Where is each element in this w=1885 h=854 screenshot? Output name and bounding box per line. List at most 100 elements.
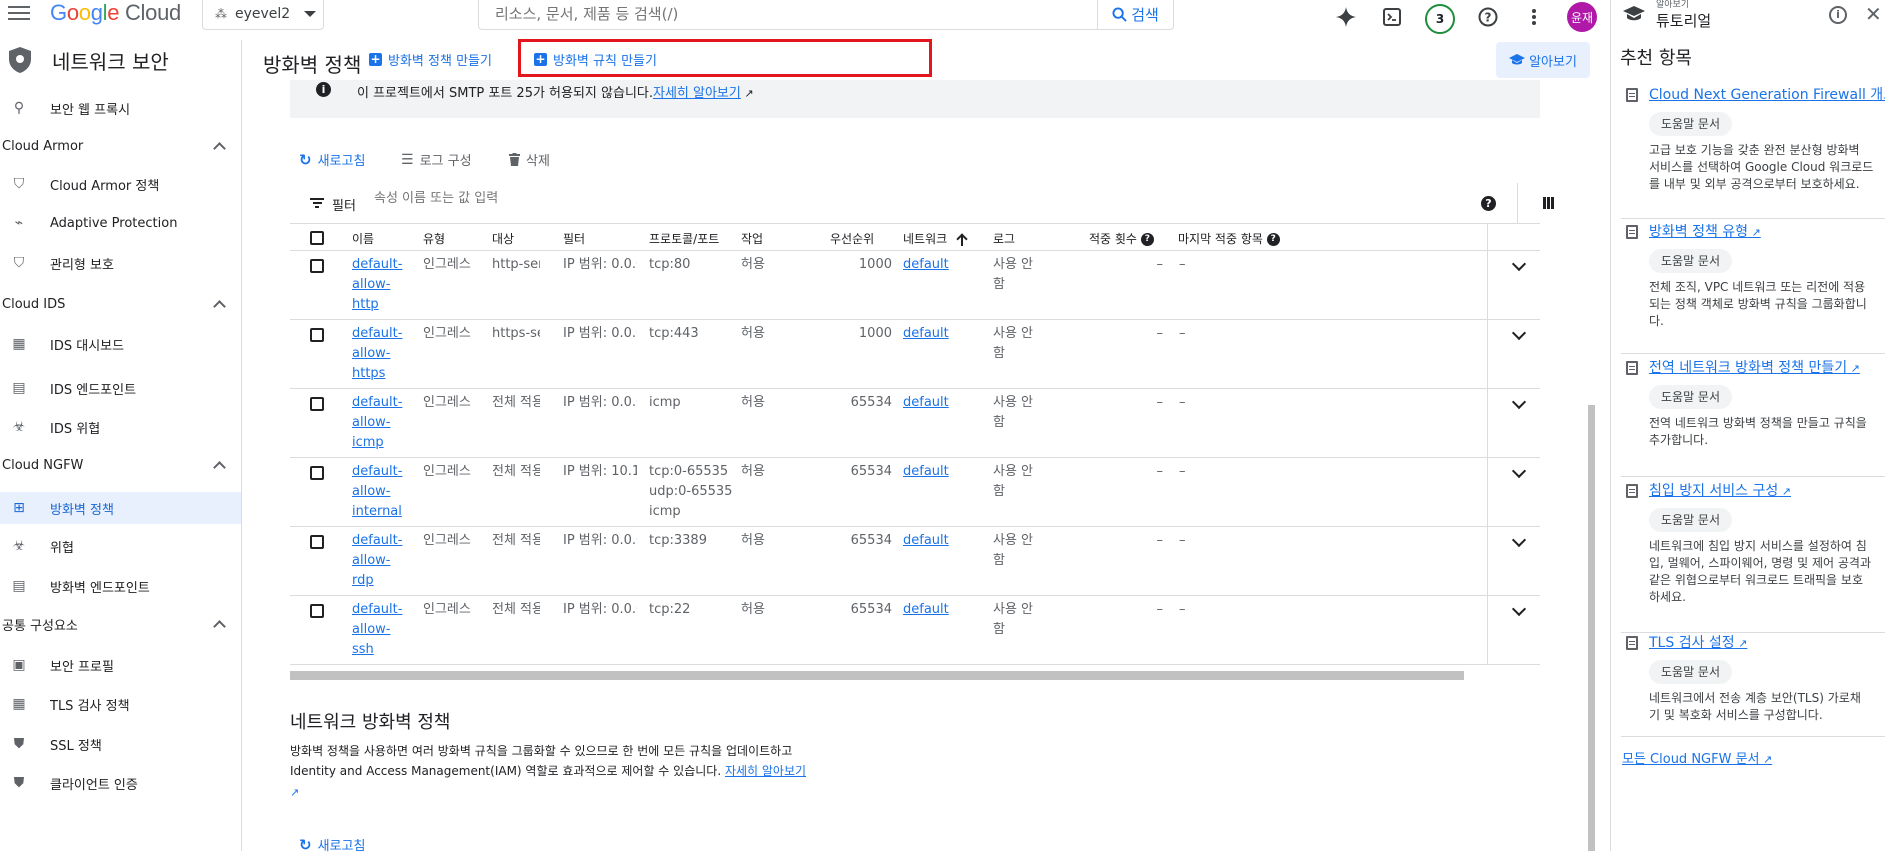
nav-section-5[interactable]: Cloud IDS xyxy=(2,289,226,319)
rule-name-link[interactable]: ssh xyxy=(352,640,402,660)
col-protocol[interactable]: 프로토콜/포트 xyxy=(649,230,719,247)
sidebar-item-16[interactable]: ⛊ SSL 정책 xyxy=(0,728,241,760)
network-link[interactable]: default xyxy=(903,531,949,551)
rule-name-link[interactable]: http xyxy=(352,295,402,315)
horizontal-scrollbar[interactable] xyxy=(290,671,1464,680)
col-target[interactable]: 대상 xyxy=(492,230,514,247)
expand-row-chevron-icon[interactable] xyxy=(1511,601,1527,617)
rule-name-link[interactable]: https xyxy=(352,364,402,384)
card-title-link[interactable]: 침입 방지 서비스 구성 ↗ xyxy=(1649,480,1885,500)
help-icon[interactable]: ? xyxy=(1266,233,1280,246)
learn-button[interactable]: 알아보기 xyxy=(1496,42,1590,78)
rule-name-link[interactable]: allow- xyxy=(352,413,402,433)
avatar[interactable]: 윤재 xyxy=(1567,2,1597,32)
row-checkbox[interactable] xyxy=(310,604,324,618)
col-hits[interactable]: 적중 횟수 ? xyxy=(1089,230,1154,247)
sidebar-item-4[interactable]: ⛉ 관리형 보호 xyxy=(0,247,241,279)
create-policy-button[interactable]: + 방화벽 정책 만들기 xyxy=(369,50,492,69)
col-last-hit[interactable]: 마지막 적중 항목 ? xyxy=(1178,230,1280,247)
gemini-sparkle-icon[interactable] xyxy=(1333,4,1359,30)
rule-name-link[interactable]: default- xyxy=(352,393,402,413)
col-name[interactable]: 이름 xyxy=(352,230,374,247)
col-type[interactable]: 유형 xyxy=(423,230,445,247)
col-network[interactable]: 네트워크 xyxy=(903,230,967,247)
card-title-link[interactable]: 전역 네트워크 방화벽 정책 만들기 ↗ xyxy=(1649,357,1885,377)
expand-row-chevron-icon[interactable] xyxy=(1511,325,1527,341)
notification-badge[interactable]: 3 xyxy=(1425,4,1455,34)
row-checkbox[interactable] xyxy=(310,466,324,480)
rule-name-link[interactable]: allow- xyxy=(352,551,402,571)
main-menu-icon[interactable] xyxy=(8,2,30,22)
rule-name-link[interactable]: rdp xyxy=(352,571,402,591)
sidebar-item-3[interactable]: ⌁ Adaptive Protection xyxy=(0,207,241,239)
network-link[interactable]: default xyxy=(903,324,949,344)
expand-row-chevron-icon[interactable] xyxy=(1511,394,1527,410)
row-checkbox[interactable] xyxy=(310,535,324,549)
rule-name-link[interactable]: allow- xyxy=(352,620,402,640)
search-input[interactable] xyxy=(479,0,1097,29)
filter-help-icon[interactable]: ? xyxy=(1481,196,1496,211)
network-link[interactable]: default xyxy=(903,255,949,275)
cloud-shell-icon[interactable] xyxy=(1379,4,1405,30)
nav-section-1[interactable]: Cloud Armor xyxy=(2,131,226,161)
all-docs-link[interactable]: 모든 Cloud NGFW 문서 ↗ xyxy=(1622,748,1772,767)
network-link[interactable]: default xyxy=(903,462,949,482)
rule-name-link[interactable]: allow- xyxy=(352,275,402,295)
search-button[interactable]: 검색 xyxy=(1097,0,1173,29)
close-icon[interactable]: ✕ xyxy=(1865,2,1882,26)
sidebar-item-11[interactable]: ☣ 위협 xyxy=(0,530,241,562)
rule-name-link[interactable]: default- xyxy=(352,462,402,482)
more-vert-icon[interactable] xyxy=(1521,4,1547,30)
create-rule-button[interactable]: + 방화벽 규칙 만들기 xyxy=(534,50,657,69)
rule-name-link[interactable]: default- xyxy=(352,600,402,620)
refresh-button[interactable]: ↻ 새로고침 xyxy=(299,150,365,170)
project-selector[interactable]: ⁂ eyevel2 xyxy=(202,0,324,30)
expand-row-chevron-icon[interactable] xyxy=(1511,463,1527,479)
card-title-link[interactable]: Cloud Next Generation Firewall 개요 ↗ xyxy=(1649,84,1885,104)
rule-name-link[interactable]: default- xyxy=(352,324,402,344)
help-icon[interactable]: ? xyxy=(1475,4,1501,30)
sidebar-item-7[interactable]: ▤ IDS 엔드포인트 xyxy=(0,372,241,404)
sidebar-item-8[interactable]: ☣ IDS 위협 xyxy=(0,411,241,443)
rule-name-link[interactable]: default- xyxy=(352,531,402,551)
sidebar-item-0[interactable]: ⚲ 보안 웹 프록시 xyxy=(0,92,241,124)
col-action[interactable]: 작업 xyxy=(741,230,763,247)
column-display-button[interactable] xyxy=(1517,183,1554,224)
col-filter[interactable]: 필터 xyxy=(563,230,585,247)
rule-name-link[interactable]: icmp xyxy=(352,433,402,453)
select-all-checkbox[interactable] xyxy=(310,231,324,245)
network-link[interactable]: default xyxy=(903,393,949,413)
sidebar-item-10[interactable]: ⊞ 방화벽 정책 xyxy=(0,492,241,524)
sidebar-item-17[interactable]: ⛊ 클라이언트 인증 xyxy=(0,767,241,799)
sidebar-item-6[interactable]: ▦ IDS 대시보드 xyxy=(0,328,241,360)
rule-name-link[interactable]: allow- xyxy=(352,344,402,364)
rule-name-link[interactable]: allow- xyxy=(352,482,402,502)
info-icon[interactable]: i xyxy=(1829,6,1847,24)
sidebar-item-14[interactable]: ▣ 보안 프로필 xyxy=(0,649,241,681)
network-link[interactable]: default xyxy=(903,600,949,620)
help-icon[interactable]: ? xyxy=(1140,233,1154,246)
card-title-link[interactable]: TLS 검사 설정 ↗ xyxy=(1649,632,1885,652)
expand-row-chevron-icon[interactable] xyxy=(1511,532,1527,548)
rule-name-link[interactable]: internal xyxy=(352,502,402,522)
row-checkbox[interactable] xyxy=(310,397,324,411)
info-learn-more-link[interactable]: 자세히 알아보기 xyxy=(653,86,741,101)
col-priority[interactable]: 우선순위 xyxy=(830,230,874,247)
sidebar-item-12[interactable]: ▤ 방화벽 엔드포인트 xyxy=(0,570,241,602)
card-title-link[interactable]: 방화벽 정책 유형 ↗ xyxy=(1649,221,1885,241)
delete-button[interactable]: 삭제 xyxy=(509,150,550,169)
nav-section-9[interactable]: Cloud NGFW xyxy=(2,450,226,480)
row-checkbox[interactable] xyxy=(310,328,324,342)
nav-section-13[interactable]: 공통 구성요소 xyxy=(2,609,226,639)
network-policy-learn-more-link[interactable]: 자세히 알아보기 xyxy=(725,764,806,778)
filter-input[interactable] xyxy=(374,191,774,206)
sidebar-item-2[interactable]: ⛉ Cloud Armor 정책 xyxy=(0,168,241,200)
vertical-scrollbar[interactable] xyxy=(1588,405,1595,851)
sidebar-item-15[interactable]: ▦ TLS 검사 정책 xyxy=(0,688,241,720)
col-log[interactable]: 로그 xyxy=(993,230,1015,247)
log-config-button[interactable]: ☰ 로그 구성 xyxy=(401,150,472,170)
expand-row-chevron-icon[interactable] xyxy=(1511,256,1527,272)
row-checkbox[interactable] xyxy=(310,259,324,273)
rule-name-link[interactable]: default- xyxy=(352,255,402,275)
google-cloud-logo[interactable]: Google Cloud xyxy=(50,0,181,26)
